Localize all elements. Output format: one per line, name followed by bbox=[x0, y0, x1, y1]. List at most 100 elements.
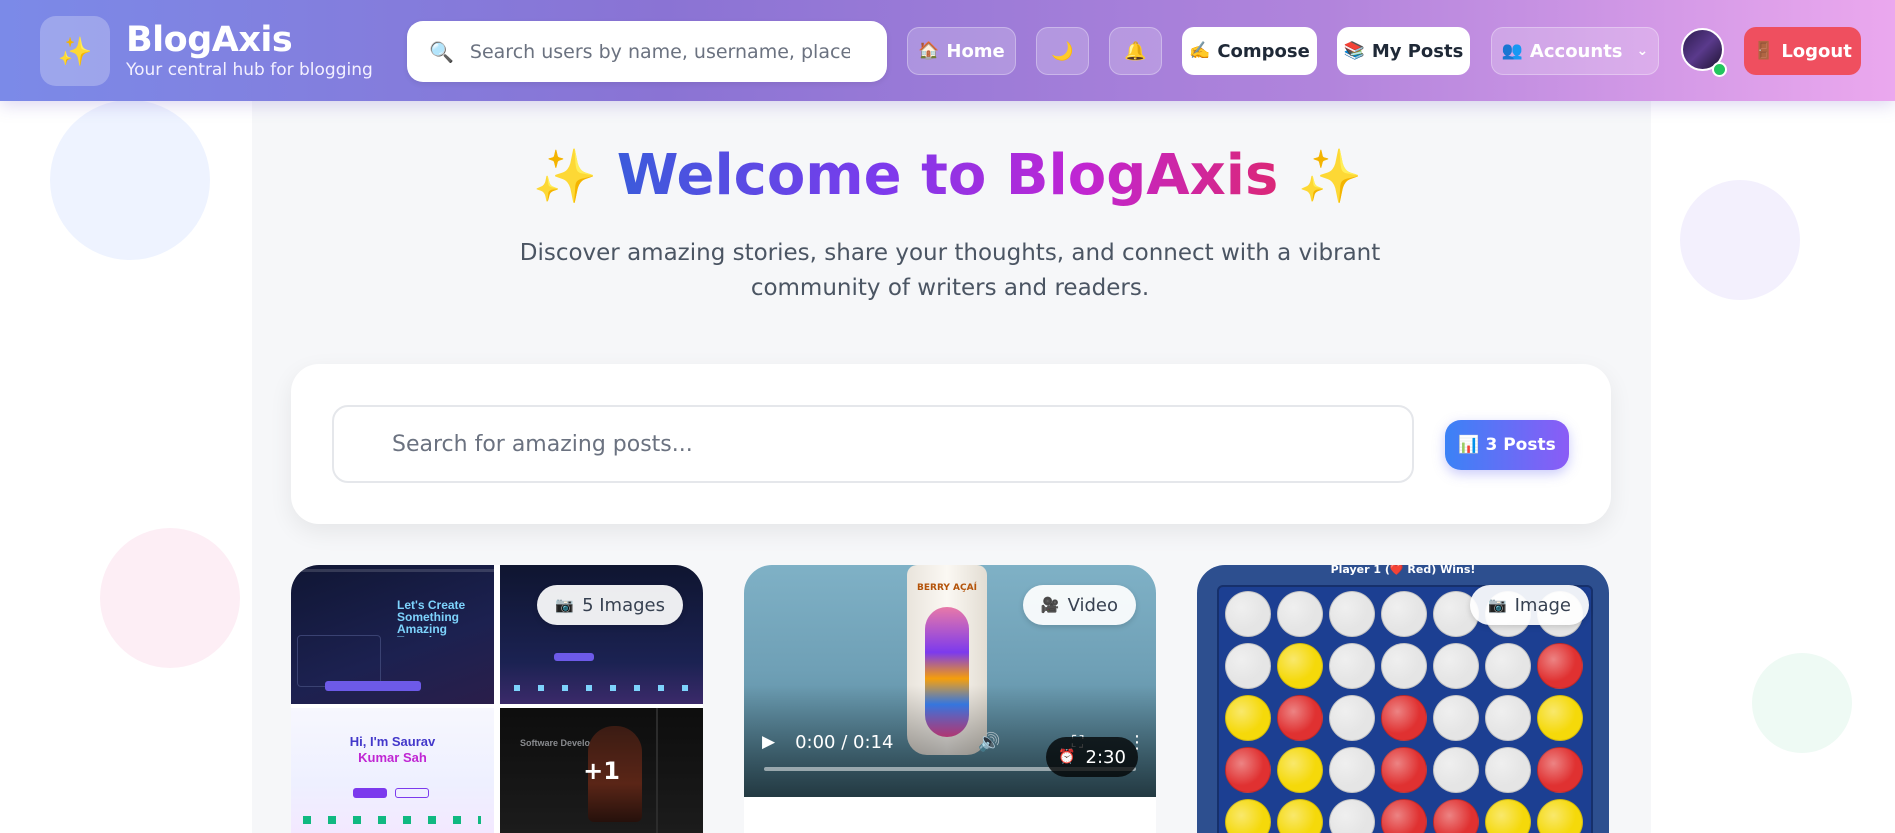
duration-label: 2:30 bbox=[1085, 746, 1126, 768]
sparkles-icon: ✨ bbox=[532, 147, 598, 207]
board-disc bbox=[1381, 643, 1427, 689]
books-icon: 📚 bbox=[1343, 41, 1365, 61]
media-type-label: Image bbox=[1514, 594, 1571, 616]
moon-icon: 🌙 bbox=[1051, 40, 1074, 62]
board-disc bbox=[1485, 747, 1531, 793]
board-disc bbox=[1277, 643, 1323, 689]
sparkles-icon[interactable]: ✨ bbox=[40, 16, 110, 86]
tile-greeting: Hi, I'm Saurav bbox=[349, 734, 436, 749]
tile-heading: Let's Create Something Amazing Together bbox=[397, 599, 466, 637]
board-disc bbox=[1433, 799, 1479, 833]
post-search-card: 📊3 Posts bbox=[291, 364, 1611, 524]
board-disc bbox=[1277, 591, 1323, 637]
board-disc bbox=[1433, 747, 1479, 793]
home-label: Home bbox=[946, 40, 1005, 62]
search-icon: 🔍 bbox=[429, 39, 454, 64]
accounts-dropdown[interactable]: 👥 Accounts ⌄ bbox=[1491, 27, 1659, 75]
door-icon: 🚪 bbox=[1753, 41, 1775, 61]
play-icon[interactable]: ▶ bbox=[762, 732, 775, 752]
board-disc bbox=[1485, 643, 1531, 689]
logout-label: Logout bbox=[1781, 40, 1852, 62]
decor-bubble bbox=[1752, 653, 1852, 753]
board-disc bbox=[1225, 643, 1271, 689]
board-disc bbox=[1537, 643, 1583, 689]
media-type-badge: 📷 5 Images bbox=[537, 585, 683, 625]
post-search-box bbox=[332, 405, 1414, 483]
board-disc bbox=[1277, 747, 1323, 793]
top-navbar: ✨ BlogAxis Your central hub for blogging… bbox=[0, 0, 1895, 101]
camera-icon: 📷 bbox=[1487, 596, 1507, 614]
more-images-overlay[interactable]: +1 bbox=[500, 708, 703, 833]
my-posts-label: My Posts bbox=[1371, 40, 1464, 62]
bar-chart-icon: 📊 bbox=[1458, 435, 1480, 455]
board-disc bbox=[1381, 591, 1427, 637]
board-disc bbox=[1381, 799, 1427, 833]
home-button[interactable]: 🏠 Home bbox=[907, 27, 1016, 75]
notifications-button[interactable]: 🔔 bbox=[1109, 27, 1162, 75]
board-disc bbox=[1537, 747, 1583, 793]
board-disc bbox=[1329, 799, 1375, 833]
board-disc bbox=[1277, 799, 1323, 833]
theme-toggle-button[interactable]: 🌙 bbox=[1036, 27, 1089, 75]
user-search-box: 🔍 bbox=[407, 21, 887, 82]
sparkles-icon: ✨ bbox=[1297, 147, 1363, 207]
board-disc bbox=[1225, 591, 1271, 637]
gallery-image[interactable]: Let's Create Something Amazing Together bbox=[291, 565, 494, 704]
gallery-image[interactable]: Hi, I'm Saurav Kumar Sah bbox=[291, 708, 494, 833]
board-disc bbox=[1485, 799, 1531, 833]
media-type-badge: 📷 Image bbox=[1469, 585, 1589, 625]
volume-icon[interactable]: 🔊 bbox=[978, 732, 1000, 753]
post-search-input[interactable] bbox=[392, 431, 1372, 457]
camera-icon: 📷 bbox=[555, 596, 575, 614]
post-card[interactable]: Player 1 (❤️ Red) Wins! 📷 Image bbox=[1197, 565, 1609, 833]
board-disc bbox=[1277, 695, 1323, 741]
media-type-label: 5 Images bbox=[582, 594, 665, 616]
board-disc bbox=[1485, 695, 1531, 741]
image-caption: Player 1 (❤️ Red) Wins! bbox=[1330, 565, 1476, 576]
logout-button[interactable]: 🚪 Logout bbox=[1744, 27, 1861, 75]
brand-title: BlogAxis bbox=[126, 20, 293, 60]
video-time: 0:00 / 0:14 bbox=[795, 731, 894, 753]
board-disc bbox=[1381, 747, 1427, 793]
hero-title-text: Welcome to BlogAxis bbox=[616, 143, 1279, 208]
board-disc bbox=[1329, 591, 1375, 637]
post-count-label: 3 Posts bbox=[1485, 435, 1556, 455]
board-disc bbox=[1225, 799, 1271, 833]
bell-icon: 🔔 bbox=[1124, 40, 1147, 62]
compose-label: Compose bbox=[1217, 40, 1310, 62]
chevron-down-icon: ⌄ bbox=[1636, 43, 1649, 59]
tile-greeting-name: Kumar Sah bbox=[358, 750, 427, 765]
duration-badge: ⏰ 2:30 bbox=[1046, 737, 1138, 777]
alarm-clock-icon: ⏰ bbox=[1058, 749, 1076, 765]
gallery-image[interactable]: Software Developer +1 bbox=[500, 708, 703, 833]
media-type-badge: 🎥 Video bbox=[1022, 585, 1136, 625]
compose-button[interactable]: ✍️ Compose bbox=[1182, 27, 1317, 75]
board-disc bbox=[1381, 695, 1427, 741]
decor-bubble bbox=[100, 528, 240, 668]
board-disc bbox=[1329, 747, 1375, 793]
people-icon: 👥 bbox=[1501, 41, 1523, 61]
board-disc bbox=[1433, 643, 1479, 689]
brand-subtitle: Your central hub for blogging bbox=[126, 60, 373, 80]
brand[interactable]: BlogAxis Your central hub for blogging bbox=[126, 20, 373, 80]
video-camera-icon: 🎥 bbox=[1040, 596, 1060, 614]
writing-hand-icon: ✍️ bbox=[1189, 41, 1211, 61]
board-disc bbox=[1537, 799, 1583, 833]
post-count-badge: 📊 3 Posts bbox=[1445, 420, 1569, 470]
board-disc bbox=[1537, 695, 1583, 741]
board-disc bbox=[1329, 643, 1375, 689]
hero-subtitle: Discover amazing stories, share your tho… bbox=[519, 240, 1381, 301]
board-disc bbox=[1433, 695, 1479, 741]
user-search-input[interactable] bbox=[469, 40, 850, 63]
board-disc bbox=[1225, 695, 1271, 741]
post-card[interactable]: BERRY AÇAÍ ▶ 0:00 / 0:14 🔊 ⛶ ⋮ ⏰2:30 🎥Vi… bbox=[744, 565, 1156, 833]
board-disc bbox=[1329, 695, 1375, 741]
online-status-dot bbox=[1712, 62, 1727, 77]
post-card[interactable]: Let's Create Something Amazing Together … bbox=[291, 565, 703, 833]
page-title: ✨ Welcome to BlogAxis ✨ bbox=[0, 142, 1895, 211]
house-icon: 🏠 bbox=[918, 41, 940, 61]
my-posts-button[interactable]: 📚 My Posts bbox=[1337, 27, 1470, 75]
accounts-label: Accounts bbox=[1529, 40, 1623, 62]
media-type-label: Video bbox=[1067, 594, 1118, 616]
board-disc bbox=[1225, 747, 1271, 793]
